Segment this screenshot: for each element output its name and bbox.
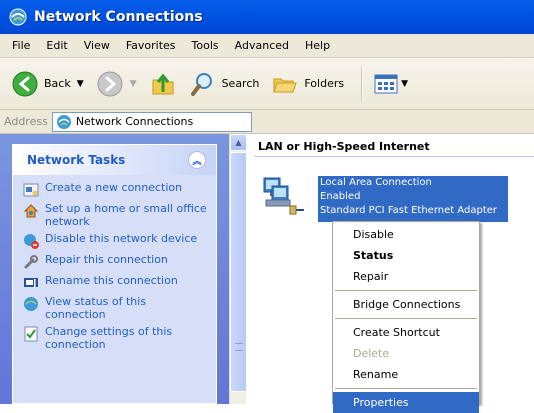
group-header: LAN or High-Speed Internet [258, 140, 430, 153]
scroll-grip-icon [235, 343, 243, 351]
menu-item-repair[interactable]: Repair [333, 266, 479, 287]
task-label: Set up a home or small office network [45, 202, 207, 228]
scroll-up-button[interactable]: ▲ [230, 134, 247, 151]
search-icon [190, 72, 212, 96]
task-home-network[interactable]: Set up a home or small office network [23, 202, 210, 228]
menu-advanced[interactable]: Advanced [227, 39, 297, 52]
task-change-settings[interactable]: Change settings of this connection [23, 325, 210, 351]
folders-button[interactable]: Folders [268, 66, 347, 102]
vertical-scrollbar[interactable]: ▲ [229, 134, 247, 404]
back-button[interactable]: Back ▼ [8, 66, 87, 102]
lan-connection-icon[interactable] [260, 172, 308, 220]
task-label: Create a new connection [45, 181, 183, 194]
task-view-status[interactable]: View status of this connection [23, 295, 210, 321]
network-tasks-header[interactable]: Network Tasks ︽ [13, 145, 216, 175]
views-dropdown-icon[interactable]: ▼ [401, 79, 408, 89]
menu-file[interactable]: File [4, 39, 38, 52]
menu-view[interactable]: View [76, 39, 118, 52]
search-label: Search [221, 77, 260, 90]
task-pane: Network Tasks ︽ Create a new connection … [0, 134, 229, 404]
task-repair-connection[interactable]: Repair this connection [23, 253, 210, 270]
task-label: Change settings of this connection [45, 325, 173, 351]
task-list: Create a new connection Set up a home or… [13, 175, 216, 351]
menu-item-delete: Delete [353, 347, 390, 360]
status-icon [24, 297, 38, 311]
task-rename-connection[interactable]: Rename this connection [23, 274, 210, 291]
menu-favorites[interactable]: Favorites [118, 39, 184, 52]
up-folder-icon [152, 73, 174, 94]
address-bar: Address Network Connections [0, 110, 534, 134]
menu-separator [335, 388, 477, 389]
toolbar: Back ▼ ▼ Search Folders ▼ [0, 58, 534, 110]
home-network-icon [23, 204, 39, 218]
disable-device-icon [24, 234, 39, 249]
title-bar: Network Connections [0, 0, 534, 34]
up-button[interactable] [146, 66, 180, 102]
network-tasks-heading: Network Tasks [27, 153, 126, 167]
task-label: Repair this connection [45, 253, 168, 266]
repair-icon [24, 255, 38, 269]
menu-separator [335, 318, 477, 319]
views-icon [374, 74, 398, 93]
back-label: Back [44, 77, 71, 90]
network-connections-icon [56, 114, 71, 129]
task-create-connection[interactable]: Create a new connection [23, 181, 210, 198]
network-tasks-panel: Network Tasks ︽ Create a new connection … [12, 144, 217, 404]
menu-item-properties[interactable]: Properties [333, 392, 479, 413]
views-button[interactable]: ▼ [370, 66, 411, 102]
group-divider [254, 156, 534, 157]
menu-tools[interactable]: Tools [184, 39, 227, 52]
menu-item-status[interactable]: Status [333, 245, 479, 266]
menu-item-disable[interactable]: Disable [333, 224, 479, 245]
connection-label-selected[interactable]: Local Area Connection Enabled Standard P… [318, 176, 508, 222]
search-button[interactable]: Search [186, 66, 263, 102]
menu-bar: File Edit View Favorites Tools Advanced … [0, 34, 534, 58]
toolbar-separator [361, 66, 363, 101]
new-connection-icon [23, 183, 39, 197]
task-label: Disable this network device [45, 232, 198, 245]
network-connections-icon [9, 8, 27, 26]
folders-icon [273, 78, 298, 92]
settings-icon [24, 326, 38, 342]
forward-button[interactable]: ▼ [93, 66, 140, 102]
scroll-thumb[interactable] [230, 152, 247, 392]
address-label: Address [4, 115, 48, 128]
address-field[interactable]: Network Connections [51, 111, 252, 132]
menu-item-bridge-connections[interactable]: Bridge Connections [333, 294, 479, 315]
forward-arrow-icon [97, 71, 123, 96]
connection-name: Local Area Connection [320, 177, 432, 188]
task-disable-device[interactable]: Disable this network device [23, 232, 210, 249]
window-title: Network Connections [34, 9, 203, 25]
address-value: Network Connections [75, 115, 194, 128]
menu-edit[interactable]: Edit [38, 39, 75, 52]
connection-status: Enabled [320, 191, 361, 202]
menu-separator [335, 290, 477, 291]
menu-item-rename[interactable]: Rename [333, 364, 479, 385]
collapse-chevron-icon[interactable]: ︽ [188, 151, 206, 169]
menu-item-create-shortcut[interactable]: Create Shortcut [333, 322, 479, 343]
menu-help[interactable]: Help [297, 39, 338, 52]
task-label: View status of this connection [45, 295, 147, 321]
context-menu: Disable Status Repair Bridge Connections… [332, 221, 480, 413]
connection-device: Standard PCI Fast Ethernet Adapter [320, 205, 498, 216]
rename-icon [24, 278, 38, 287]
forward-dropdown-icon[interactable]: ▼ [130, 79, 137, 89]
folders-label: Folders [304, 77, 345, 90]
task-label: Rename this connection [45, 274, 178, 287]
back-arrow-icon [12, 71, 38, 96]
back-dropdown-icon[interactable]: ▼ [77, 79, 84, 89]
